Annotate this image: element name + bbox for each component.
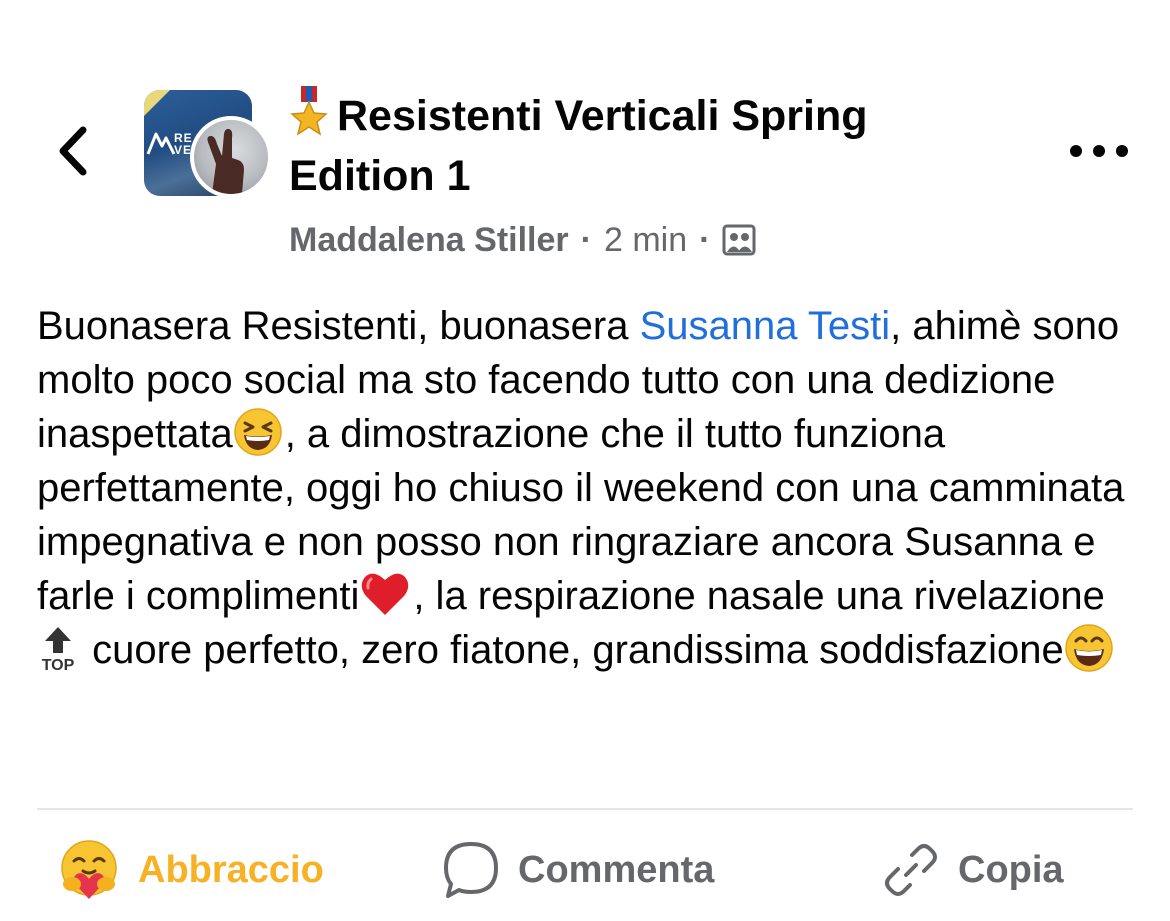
mention-link[interactable]: Susanna Testi bbox=[640, 304, 891, 348]
group-title-text: Resistenti Verticali Spring Edition 1 bbox=[289, 92, 868, 200]
post-text-part: cuore perfetto, zero fiatone, grandissim… bbox=[81, 628, 1064, 672]
group-title[interactable]: Resistenti Verticali Spring Edition 1 bbox=[289, 86, 1009, 206]
post-text: Buonasera Resistenti, buonasera Susanna … bbox=[37, 299, 1137, 677]
more-dots-icon bbox=[1070, 145, 1082, 157]
post-text-part: , la respirazione nasale una rivelazione bbox=[413, 574, 1105, 618]
actions-divider bbox=[37, 808, 1133, 810]
post-header: RE VE Resistenti Verticali Spring Edition… bbox=[0, 0, 1170, 270]
chevron-left-icon bbox=[59, 126, 87, 176]
hug-face-icon bbox=[61, 840, 117, 899]
comment-button[interactable]: Commenta bbox=[442, 832, 714, 908]
comment-label: Commenta bbox=[518, 848, 715, 891]
post-text-part: Buonasera Resistenti, buonasera bbox=[37, 304, 640, 348]
post-meta: Maddalena Stiller · 2 min · bbox=[289, 220, 1009, 260]
group-avatar-corner bbox=[144, 90, 170, 116]
mountain-logo-icon bbox=[146, 132, 176, 155]
hug-reaction-button[interactable]: Abbraccio bbox=[58, 832, 324, 908]
post-actions-bar: Abbraccio Commenta Copia bbox=[0, 832, 1170, 912]
author-name[interactable]: Maddalena Stiller bbox=[289, 220, 569, 260]
grinning-face-icon bbox=[1065, 624, 1113, 672]
copy-link-button[interactable]: Copia bbox=[882, 832, 1064, 908]
avatar-group[interactable]: RE VE bbox=[144, 90, 272, 200]
more-dots-icon bbox=[1093, 145, 1105, 157]
back-button[interactable] bbox=[44, 118, 100, 184]
more-dots-icon bbox=[1116, 145, 1128, 157]
title-block: Resistenti Verticali Spring Edition 1 Ma… bbox=[289, 86, 1009, 260]
link-icon bbox=[885, 844, 937, 896]
grinning-squinting-face-icon bbox=[233, 408, 282, 456]
speech-bubble-icon bbox=[444, 842, 498, 898]
more-options-button[interactable] bbox=[1070, 136, 1128, 166]
hand-photo-icon bbox=[207, 128, 244, 194]
meta-separator: · bbox=[580, 221, 592, 259]
meta-separator: · bbox=[699, 221, 711, 259]
copy-label: Copia bbox=[958, 848, 1064, 891]
red-heart-icon bbox=[362, 573, 409, 615]
hug-label: Abbraccio bbox=[138, 848, 324, 891]
top-arrow-icon: TOP bbox=[42, 627, 75, 673]
svg-text:TOP: TOP bbox=[42, 657, 75, 673]
military-medal-icon bbox=[290, 86, 328, 136]
post-time[interactable]: 2 min bbox=[604, 220, 687, 260]
user-avatar[interactable] bbox=[190, 116, 272, 198]
group-audience-icon bbox=[722, 224, 756, 256]
